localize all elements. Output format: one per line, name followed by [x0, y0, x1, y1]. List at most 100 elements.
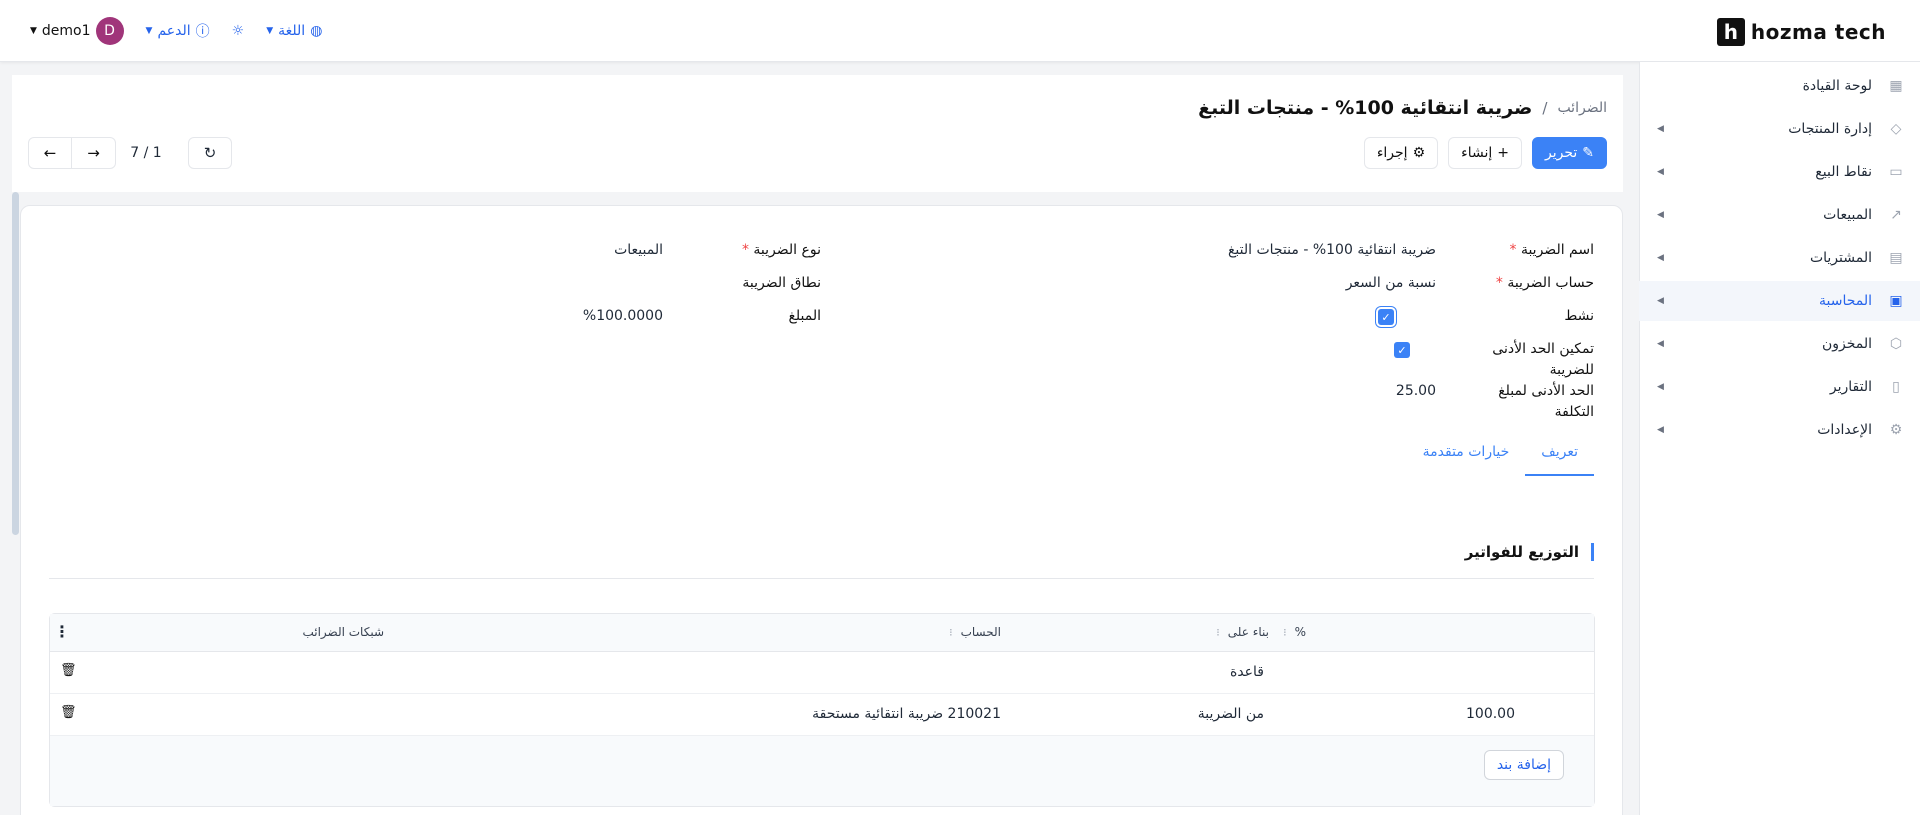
wallet-icon: ▤	[1889, 250, 1903, 266]
sidebar-item-label: المبيعات	[1823, 207, 1872, 223]
tax-computation-label-text: حساب الضريبة	[1507, 275, 1594, 291]
expand-arrow-icon: ◀	[1657, 167, 1664, 177]
tax-computation-label: حساب الضريبة *	[1496, 275, 1594, 291]
min-cost-value[interactable]: 25.00	[1396, 383, 1436, 399]
column-label: شبكات الضرائب	[302, 625, 384, 639]
arrow-right-icon: →	[87, 144, 100, 162]
tax-name-value[interactable]: ضريبة انتقائية 100% - منتجات التبغ	[1228, 242, 1436, 258]
refresh-button[interactable]: ↻	[188, 137, 232, 169]
user-name: demo1	[41, 23, 91, 39]
calculator-icon: ▣	[1889, 293, 1903, 309]
chevron-down-icon: ▼	[266, 26, 274, 36]
language-label: اللغة	[278, 23, 306, 39]
based-on-cell: قاعدة	[1230, 664, 1264, 680]
column-options-icon[interactable]: ⋮	[54, 622, 70, 641]
brand-logo[interactable]: h hozma tech	[1716, 18, 1886, 46]
tab-definition[interactable]: تعريف	[1525, 444, 1594, 476]
brand-name: hozma tech	[1750, 20, 1886, 44]
expand-arrow-icon: ◀	[1657, 425, 1664, 435]
theme-toggle[interactable]: ☼	[232, 23, 245, 39]
expand-arrow-icon: ◀	[1657, 210, 1664, 220]
chevron-down-icon: ▼	[30, 26, 37, 36]
sidebar-item-products[interactable]: ◇ إدارة المنتجات ◀	[1639, 109, 1920, 149]
sidebar-item-label: المحاسبة	[1818, 293, 1872, 309]
sort-icon: ⁝	[949, 625, 953, 639]
required-mark: *	[1509, 242, 1517, 258]
enable-min-tax-checkbox[interactable]: ✓	[1394, 342, 1410, 358]
expand-arrow-icon: ◀	[1657, 253, 1664, 263]
create-button[interactable]: + إنشاء	[1448, 137, 1522, 169]
column-header-percent[interactable]: % ⁝	[1283, 625, 1306, 639]
table-footer: إضافة بند	[50, 736, 1594, 806]
table-row[interactable]: 100.00 من الضريبة 210021 ضريبة انتقائية …	[50, 694, 1594, 736]
chevron-down-icon: ▼	[145, 26, 153, 36]
sidebar-item-label: لوحة القيادة	[1802, 78, 1872, 94]
sidebar-item-label: إدارة المنتجات	[1788, 121, 1872, 137]
sidebar-item-inventory[interactable]: ⬡ المخزون ◀	[1639, 324, 1920, 364]
box-icon: ⬡	[1889, 336, 1903, 352]
sidebar-item-sales[interactable]: ↗ المبيعات ◀	[1639, 195, 1920, 235]
previous-record-button[interactable]: ←	[28, 137, 72, 169]
next-record-button[interactable]: →	[72, 137, 116, 169]
expand-arrow-icon: ◀	[1657, 124, 1664, 134]
trash-icon[interactable]: 🗑	[60, 705, 77, 720]
tax-name-label-text: اسم الضريبة	[1520, 242, 1594, 258]
add-line-button[interactable]: إضافة بند	[1483, 750, 1564, 780]
expand-arrow-icon: ◀	[1657, 339, 1664, 349]
action-button[interactable]: ⚙ إجراء	[1363, 137, 1439, 169]
sort-icon: ⁝	[1283, 625, 1287, 639]
sidebar-item-purchases[interactable]: ▤ المشتريات ◀	[1639, 238, 1920, 278]
help-circle-icon: ⓘ	[195, 24, 210, 40]
sidebar-item-label: الإعدادات	[1817, 422, 1872, 438]
page-title: ضريبة انتقائية 100% - منتجات التبغ	[1198, 97, 1533, 119]
required-mark: *	[1495, 275, 1503, 291]
tax-computation-value[interactable]: نسبة من السعر	[1346, 275, 1436, 291]
tab-advanced-options[interactable]: خيارات متقدمة	[1407, 444, 1526, 476]
store-icon: ▭	[1889, 164, 1903, 180]
tax-type-value[interactable]: المبيعات	[614, 242, 663, 258]
scrollbar[interactable]	[12, 192, 19, 535]
amount-label: المبلغ	[788, 308, 821, 324]
active-checkbox[interactable]: ✓	[1378, 309, 1394, 325]
support-menu[interactable]: ▼ الدعم ⓘ	[146, 21, 210, 41]
globe-icon: ◍	[310, 23, 323, 39]
language-menu[interactable]: ▼ اللغة ◍	[266, 23, 322, 39]
plus-icon: +	[1497, 145, 1509, 161]
table-row[interactable]: قاعدة 🗑	[50, 652, 1594, 694]
column-label: الحساب	[960, 625, 1001, 639]
column-header-tax-grids[interactable]: شبكات الضرائب	[302, 625, 384, 639]
avatar: D	[95, 17, 124, 45]
gear-icon: ⚙	[1889, 422, 1903, 438]
distribution-table: % ⁝ بناء على ⁝ الحساب ⁝ شبكات الضرائب ⋮ …	[49, 613, 1595, 807]
dashboard-icon: ▦	[1889, 78, 1903, 94]
sidebar-item-label: التقارير	[1829, 379, 1872, 395]
trash-icon[interactable]: 🗑	[60, 663, 77, 678]
sidebar-item-pos[interactable]: ▭ نقاط البيع ◀	[1639, 152, 1920, 192]
gear-icon: ⚙	[1412, 145, 1426, 161]
tax-scope-label: نطاق الضريبة	[742, 275, 821, 291]
sidebar-item-label: المخزون	[1821, 336, 1872, 352]
action-label: إجراء	[1376, 145, 1408, 161]
user-menu[interactable]: ▼ demo1 D	[30, 17, 124, 45]
record-pager: ← → 7 / 1 ↻	[28, 137, 232, 169]
breadcrumb-parent[interactable]: الضرائب	[1557, 100, 1607, 116]
breadcrumb: الضرائب / ضريبة انتقائية 100% - منتجات ا…	[1198, 97, 1607, 119]
sidebar-item-accounting[interactable]: ▣ المحاسبة ◀	[1639, 281, 1920, 321]
create-label: إنشاء	[1461, 145, 1493, 161]
tax-type-label-text: نوع الضريبة	[753, 242, 821, 258]
edit-button[interactable]: ✎ تحرير	[1531, 137, 1607, 169]
support-label: الدعم	[157, 23, 191, 39]
edit-label: تحرير	[1544, 145, 1578, 161]
pager-counter: 7 / 1	[130, 145, 162, 161]
check-icon: ✓	[1397, 343, 1407, 357]
column-header-based-on[interactable]: بناء على ⁝	[1216, 625, 1269, 639]
sidebar-item-dashboard[interactable]: ▦ لوحة القيادة	[1639, 66, 1920, 106]
logo-icon: h	[1716, 18, 1745, 46]
tax-type-label: نوع الضريبة *	[742, 242, 821, 258]
amount-value[interactable]: %100.0000	[583, 308, 663, 324]
breadcrumb-separator: /	[1542, 99, 1548, 117]
column-header-account[interactable]: الحساب ⁝	[949, 625, 1001, 639]
sidebar-item-reports[interactable]: ▯ التقارير ◀	[1639, 367, 1920, 407]
account-cell: 210021 ضريبة انتقائية مستحقة	[812, 706, 1001, 722]
sidebar-item-settings[interactable]: ⚙ الإعدادات ◀	[1639, 410, 1920, 450]
